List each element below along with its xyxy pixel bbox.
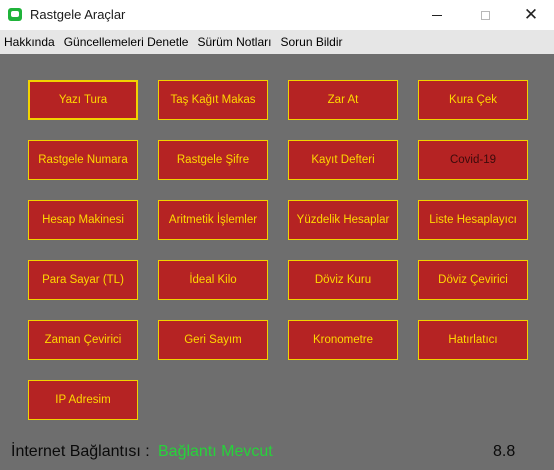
time-converter-button[interactable]: Zaman Çevirici <box>28 320 138 360</box>
calculator-button[interactable]: Hesap Makinesi <box>28 200 138 240</box>
reminder-button[interactable]: Hatırlatıcı <box>418 320 528 360</box>
arithmetic-operations-button[interactable]: Aritmetik İşlemler <box>158 200 268 240</box>
heads-tails-button[interactable]: Yazı Tura <box>28 80 138 120</box>
list-calculator-button[interactable]: Liste Hesaplayıcı <box>418 200 528 240</box>
exchange-rate-button[interactable]: Döviz Kuru <box>288 260 398 300</box>
random-number-button[interactable]: Rastgele Numara <box>28 140 138 180</box>
maximize-button[interactable] <box>462 0 508 30</box>
menu-item-check-updates[interactable]: Güncellemeleri Denetle <box>61 35 192 49</box>
menu-item-report-issue[interactable]: Sorun Bildir <box>277 35 345 49</box>
money-counter-button[interactable]: Para Sayar (TL) <box>28 260 138 300</box>
menu-item-about[interactable]: Hakkında <box>1 35 58 49</box>
roll-dice-button[interactable]: Zar At <box>288 80 398 120</box>
connection-status-value: Bağlantı Mevcut <box>158 443 273 460</box>
maximize-icon <box>480 10 490 20</box>
minimize-icon <box>432 14 442 16</box>
notebook-button[interactable]: Kayıt Defteri <box>288 140 398 180</box>
minimize-button[interactable] <box>414 0 460 30</box>
random-password-button[interactable]: Rastgele Şifre <box>158 140 268 180</box>
close-icon: ✕ <box>523 4 539 25</box>
title-bar: Rastgele Araçlar ✕ <box>0 0 554 30</box>
rock-paper-scissors-button[interactable]: Taş Kağıt Makas <box>158 80 268 120</box>
app-window: Rastgele Araçlar ✕ Hakkında Güncellemele… <box>0 0 554 470</box>
ip-address-button[interactable]: IP Adresim <box>28 380 138 420</box>
ideal-weight-button[interactable]: İdeal Kilo <box>158 260 268 300</box>
internet-connection-label: İnternet Bağlantısı : <box>11 443 150 460</box>
stopwatch-button[interactable]: Kronometre <box>288 320 398 360</box>
app-icon <box>8 8 22 21</box>
close-button[interactable]: ✕ <box>508 0 554 30</box>
version-label: 8.8 <box>493 443 516 460</box>
menu-item-release-notes[interactable]: Sürüm Notları <box>194 35 274 49</box>
draw-lots-button[interactable]: Kura Çek <box>418 80 528 120</box>
currency-converter-button[interactable]: Döviz Çevirici <box>418 260 528 300</box>
countdown-button[interactable]: Geri Sayım <box>158 320 268 360</box>
covid19-button[interactable]: Covid-19 <box>418 140 528 180</box>
window-title: Rastgele Araçlar <box>30 7 126 22</box>
percentage-calculations-button[interactable]: Yüzdelik Hesaplar <box>288 200 398 240</box>
menu-bar: Hakkında Güncellemeleri Denetle Sürüm No… <box>0 30 554 54</box>
